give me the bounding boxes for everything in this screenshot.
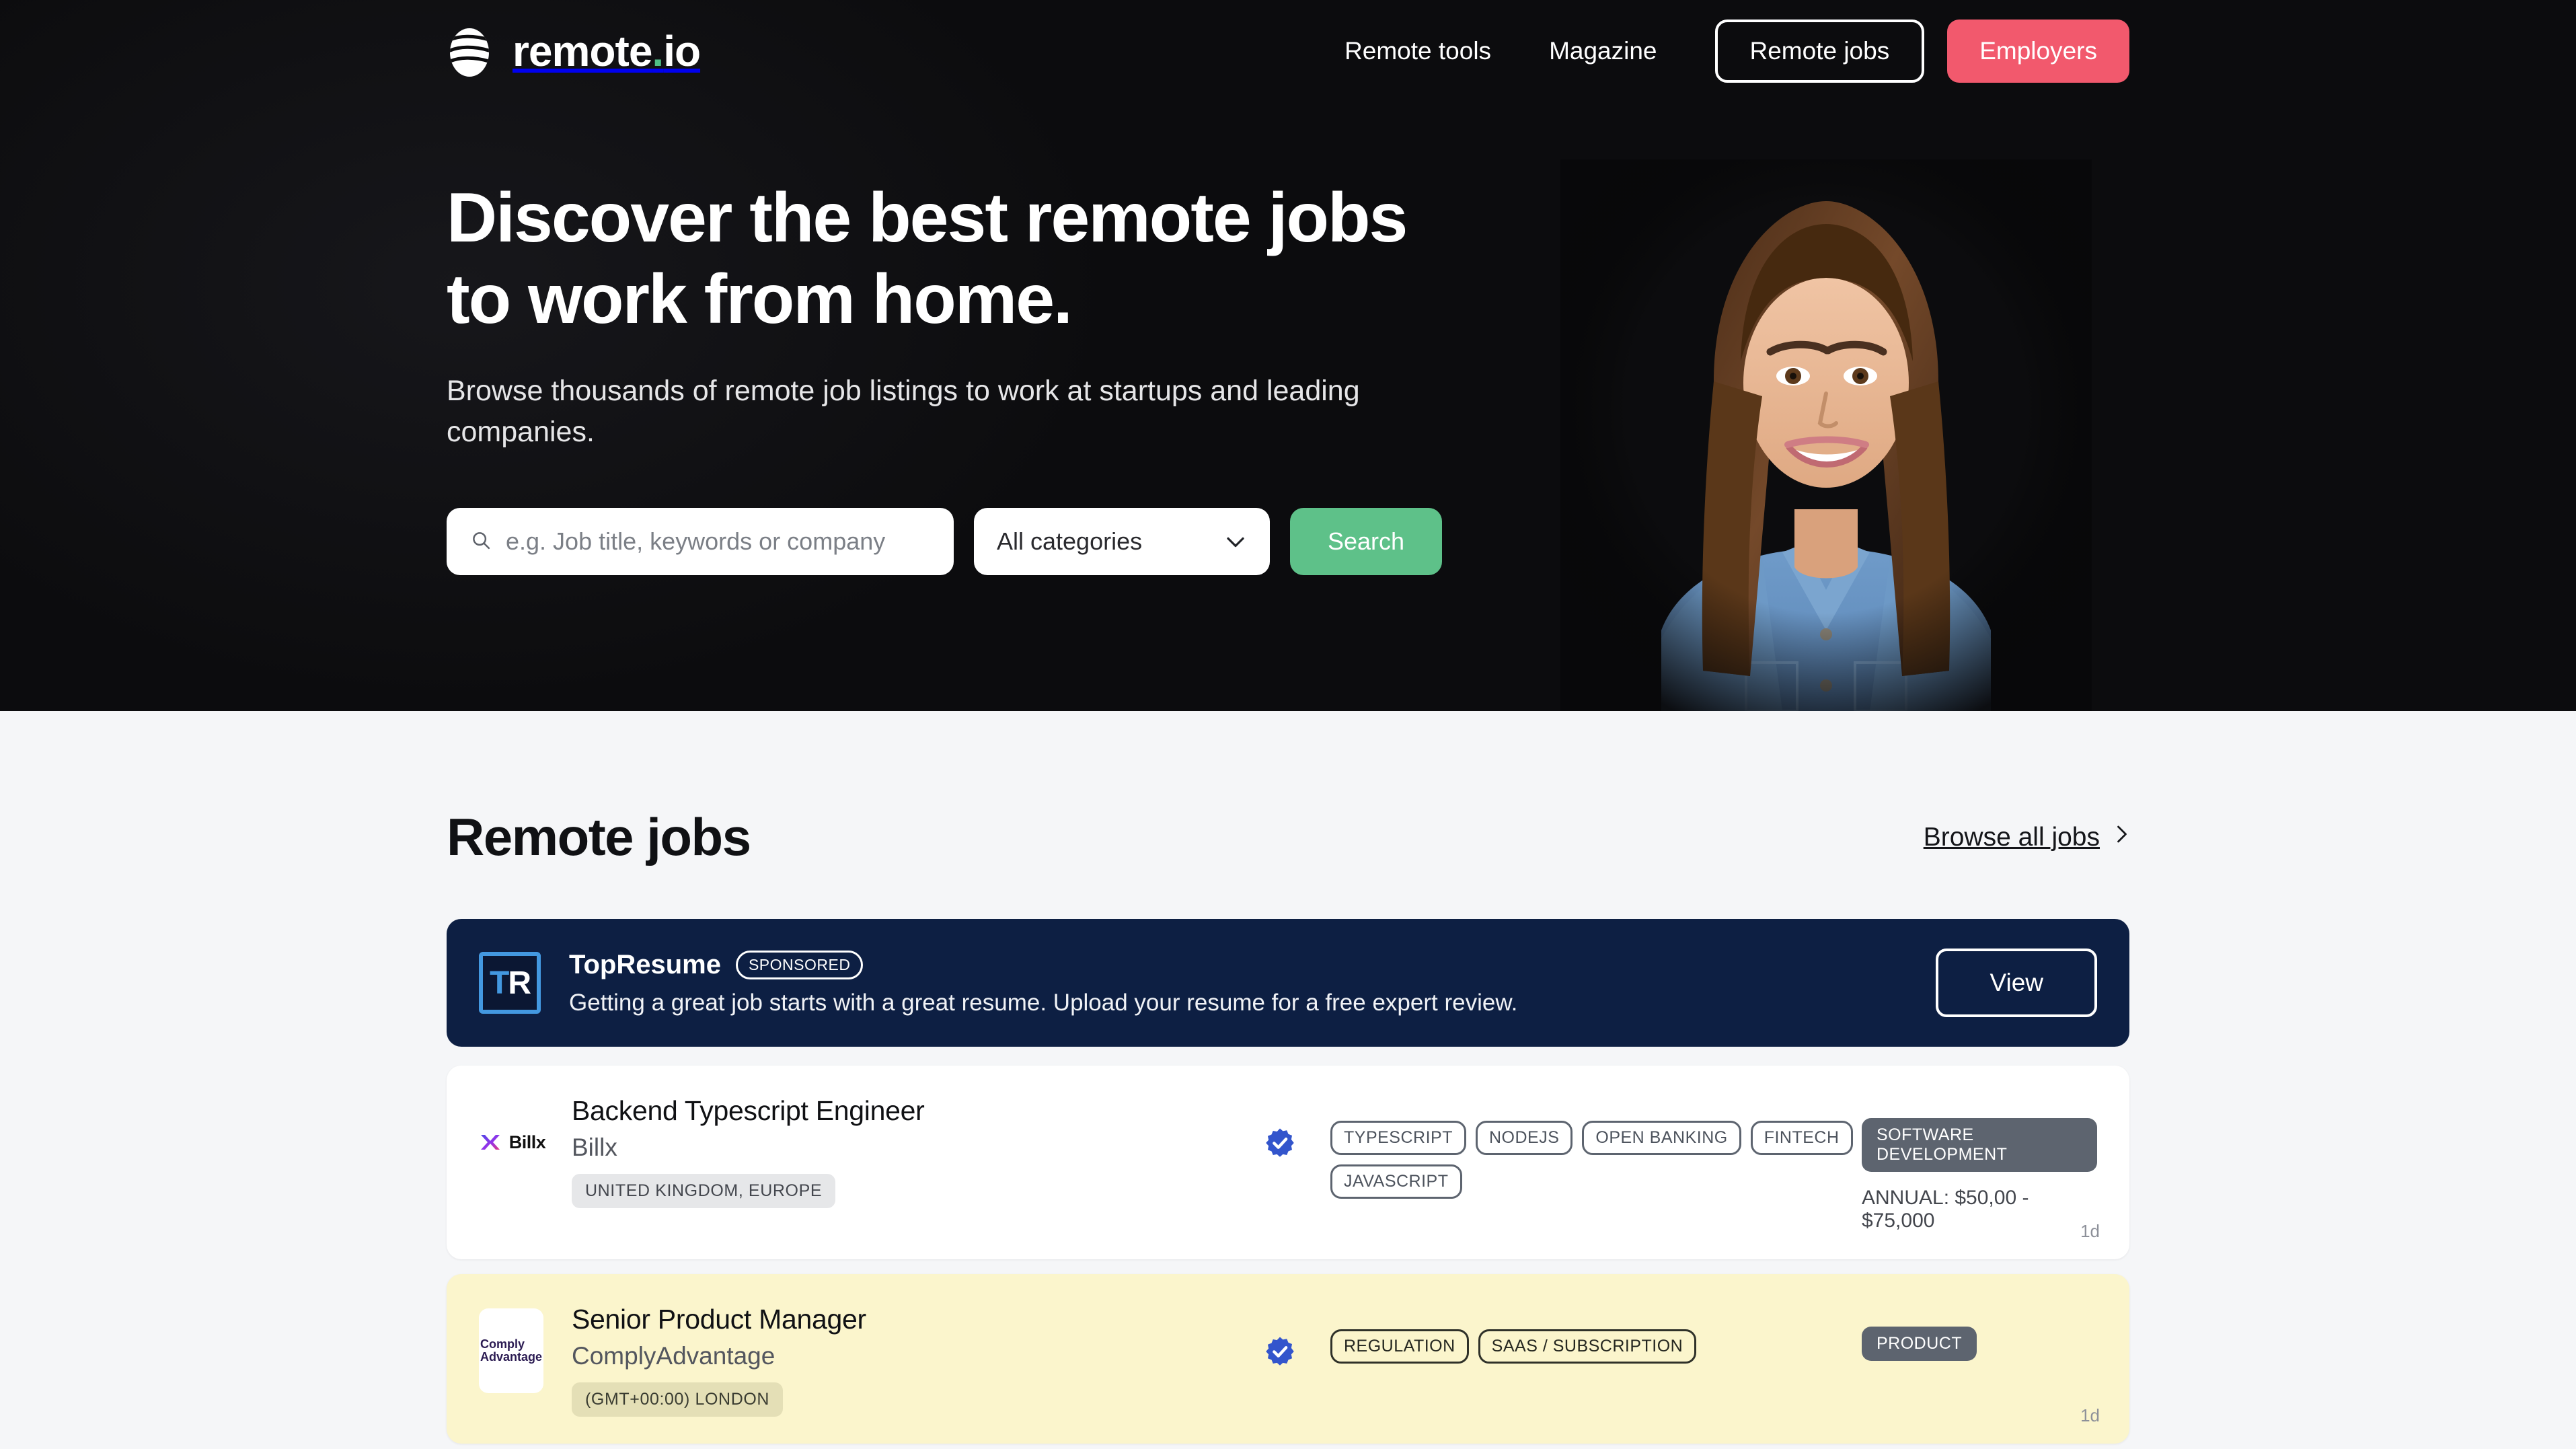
billx-wordmark: Billx [509, 1132, 546, 1153]
job-company: ComplyAdvantage [572, 1342, 1229, 1370]
job-tag[interactable]: TYPESCRIPT [1330, 1121, 1466, 1155]
site-logo[interactable]: remote.io [447, 25, 700, 77]
company-logo: ComplyAdvantage [479, 1318, 543, 1383]
job-title[interactable]: Senior Product Manager [572, 1304, 1229, 1335]
billx-logo: Billx [477, 1129, 546, 1156]
sponsored-view-button[interactable]: View [1936, 949, 2097, 1017]
job-tag[interactable]: JAVASCRIPT [1330, 1164, 1462, 1199]
striped-egg-globe-icon [447, 25, 492, 77]
table-row[interactable]: ComplyAdvantage Senior Product Manager C… [447, 1274, 2129, 1444]
job-details: Senior Product Manager ComplyAdvantage (… [543, 1304, 1229, 1417]
remote-jobs-button[interactable]: Remote jobs [1715, 20, 1925, 83]
nav-remote-tools[interactable]: Remote tools [1344, 37, 1491, 65]
job-category-badge: SOFTWARE DEVELOPMENT [1862, 1118, 2097, 1172]
employers-button[interactable]: Employers [1947, 20, 2129, 83]
job-salary: ANNUAL: $50,00 - $75,000 [1862, 1187, 2097, 1232]
job-list: Billx Backend Typescript Engineer Billx … [447, 1066, 2129, 1449]
search-button[interactable]: Search [1290, 508, 1442, 575]
category-select[interactable]: All categories [974, 508, 1270, 575]
job-location: (GMT+00:00) LONDON [572, 1382, 783, 1417]
job-posted-time: 1d [2080, 1221, 2100, 1242]
nav-links: Remote tools Magazine Remote jobs Employ… [1344, 20, 2129, 83]
job-meta: PRODUCT [1862, 1327, 2097, 1361]
top-navigation: remote.io Remote tools Magazine Remote j… [0, 0, 2576, 102]
topresume-logo-t: T [490, 965, 508, 1002]
category-select-value: All categories [997, 527, 1142, 556]
job-posted-time: 1d [2080, 1405, 2100, 1426]
sponsored-company: TopResume [569, 950, 721, 980]
browse-all-jobs-link[interactable]: Browse all jobs [1924, 823, 2129, 852]
hero-section: remote.io Remote tools Magazine Remote j… [0, 0, 2576, 711]
nav-magazine[interactable]: Magazine [1549, 37, 1657, 65]
hero-heading-line1: Discover the best remote jobs [447, 179, 1406, 257]
job-tag[interactable]: FINTECH [1751, 1121, 1853, 1155]
company-logo: Billx [479, 1110, 543, 1175]
job-location: UNITED KINGDOM, EUROPE [572, 1174, 835, 1208]
sponsored-badge: SPONSORED [736, 951, 863, 979]
hero-content: Discover the best remote jobs to work fr… [0, 178, 2576, 575]
sponsored-banner[interactable]: TR TopResume SPONSORED Getting a great j… [447, 919, 2129, 1047]
verified-badge-icon [1229, 1127, 1330, 1158]
complyadvantage-logo: ComplyAdvantage [479, 1308, 543, 1393]
topresume-logo: TR [479, 952, 541, 1014]
chevron-right-icon [2115, 823, 2129, 852]
job-tags: TYPESCRIPT NODEJS OPEN BANKING FINTECH J… [1330, 1121, 1862, 1199]
job-tag[interactable]: OPEN BANKING [1582, 1121, 1741, 1155]
search-icon [471, 530, 491, 554]
job-meta: SOFTWARE DEVELOPMENT ANNUAL: $50,00 - $7… [1862, 1118, 2097, 1232]
complyadvantage-wordmark: ComplyAdvantage [480, 1338, 542, 1364]
search-input-wrapper[interactable] [447, 508, 954, 575]
job-category-badge: PRODUCT [1862, 1327, 1977, 1361]
logo-wordmark: remote.io [513, 26, 700, 76]
browse-all-jobs-label: Browse all jobs [1924, 823, 2100, 852]
job-company: Billx [572, 1134, 1229, 1162]
sponsored-text: TopResume SPONSORED Getting a great job … [569, 950, 1517, 1016]
chevron-down-icon [1224, 527, 1247, 556]
table-row[interactable]: Billx Backend Typescript Engineer Billx … [447, 1066, 2129, 1259]
search-form: All categories Search [447, 508, 2576, 575]
verified-badge-icon [1229, 1336, 1330, 1367]
search-input[interactable] [506, 527, 930, 556]
page-title: Discover the best remote jobs to work fr… [447, 178, 2576, 340]
job-tags: REGULATION SAAS / SUBSCRIPTION [1330, 1329, 1862, 1364]
job-tag[interactable]: SAAS / SUBSCRIPTION [1478, 1329, 1697, 1364]
sponsored-title-row: TopResume SPONSORED [569, 950, 1517, 980]
hero-subtitle: Browse thousands of remote job listings … [447, 371, 1455, 453]
job-title[interactable]: Backend Typescript Engineer [572, 1095, 1229, 1127]
job-tag[interactable]: NODEJS [1476, 1121, 1573, 1155]
hero-heading-line2: to work from home. [447, 260, 1071, 338]
section-header: Remote jobs Browse all jobs [447, 711, 2129, 868]
section-title: Remote jobs [447, 807, 751, 868]
job-details: Backend Typescript Engineer Billx UNITED… [543, 1095, 1229, 1208]
main-content: Remote jobs Browse all jobs TR TopResume… [0, 711, 2576, 1449]
topresume-logo-r: R [508, 965, 530, 1002]
logo-dot: . [652, 27, 663, 75]
sponsored-description: Getting a great job starts with a great … [569, 990, 1517, 1016]
job-tag[interactable]: REGULATION [1330, 1329, 1469, 1364]
